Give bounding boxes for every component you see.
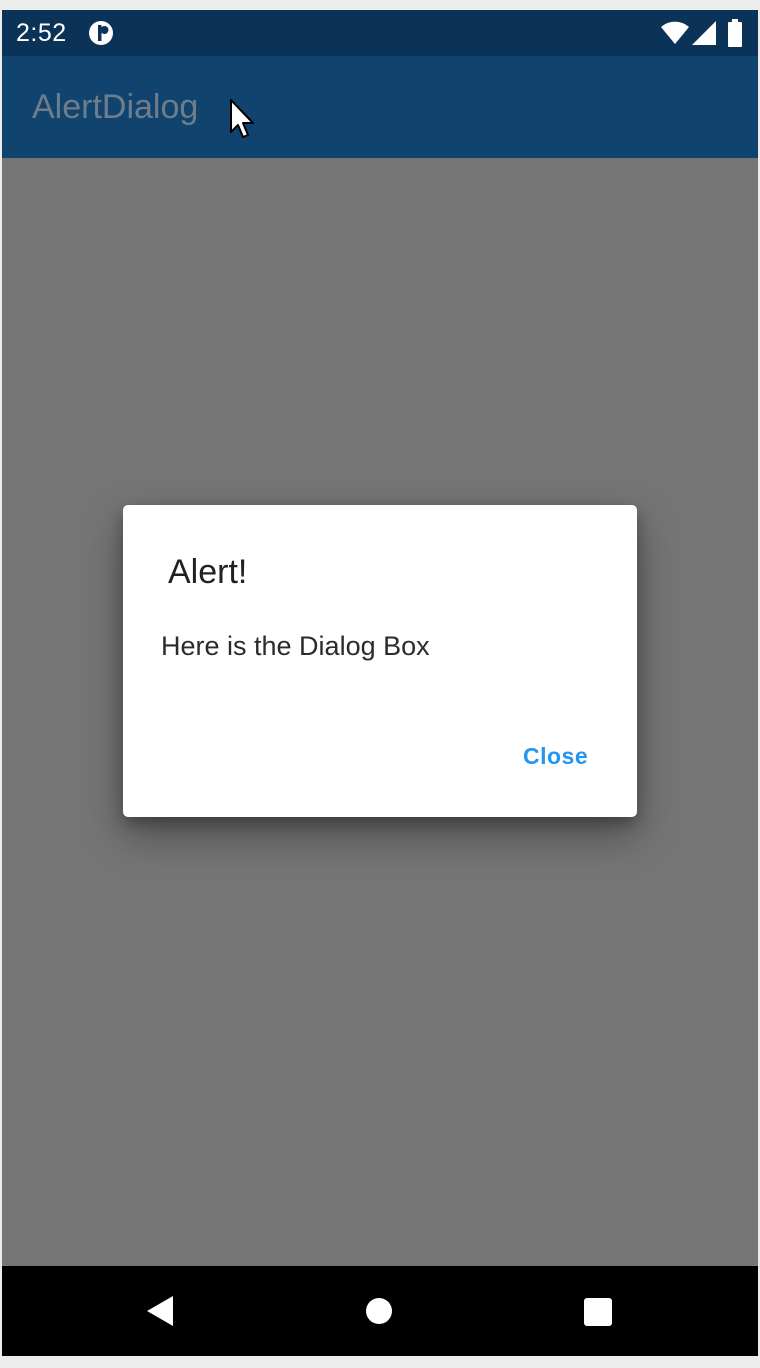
navigation-bar [2, 1266, 758, 1356]
recents-icon[interactable] [584, 1298, 612, 1326]
status-time: 2:52 [16, 19, 67, 47]
home-icon[interactable] [366, 1298, 392, 1324]
status-bar: 2:52 [2, 10, 758, 56]
back-icon[interactable] [145, 1295, 175, 1327]
wifi-icon [661, 21, 689, 45]
mouse-cursor-icon [228, 98, 256, 140]
battery-icon [727, 19, 743, 47]
device-screen: 2:52 AlertDialog Alert! Here is the Dial… [2, 10, 758, 1356]
app-title: AlertDialog [32, 88, 199, 126]
close-button[interactable]: Close [523, 743, 588, 770]
dialog-title: Alert! [168, 553, 248, 591]
notification-icon [88, 20, 114, 46]
app-bar: AlertDialog [2, 56, 758, 158]
cell-signal-icon [692, 21, 716, 45]
dialog-message: Here is the Dialog Box [161, 631, 430, 661]
alert-dialog: Alert! Here is the Dialog Box Close [123, 505, 637, 817]
